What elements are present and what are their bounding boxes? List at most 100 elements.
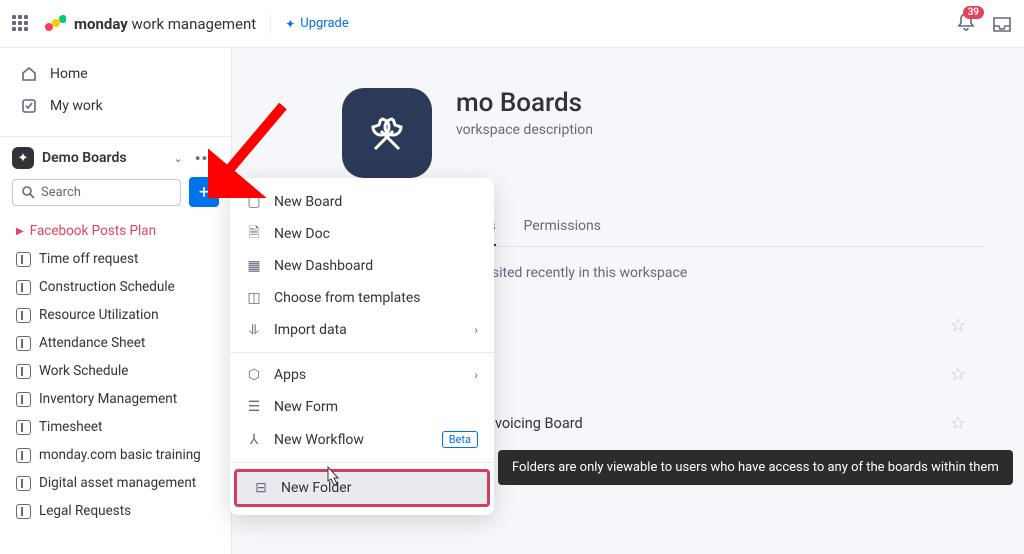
search-input[interactable]: Search [12, 179, 181, 206]
sidebar-item[interactable]: Time off request [8, 245, 223, 273]
recent-row[interactable]: ☆ [456, 301, 984, 350]
recent-row[interactable]: ☆ [456, 350, 984, 399]
dd-label: New Doc [274, 226, 330, 242]
nav-mywork[interactable]: My work [10, 90, 221, 122]
sparkle-icon: ✦ [285, 17, 295, 31]
board-icon [16, 504, 31, 519]
mywork-icon [20, 97, 38, 115]
dd-label: Choose from templates [274, 290, 421, 306]
dd-import-data[interactable]: ⥥ Import data › [230, 314, 494, 346]
template-icon: ◫ [246, 290, 262, 306]
upgrade-link[interactable]: ✦ Upgrade [285, 16, 349, 31]
list-item-label: Construction Schedule [39, 279, 175, 295]
sidebar-item[interactable]: Legal Requests [8, 497, 223, 525]
chevron-right-icon: › [474, 323, 478, 337]
notifications-button[interactable]: 39 [956, 12, 976, 36]
sidebar-item[interactable]: Timesheet [8, 413, 223, 441]
dd-apps[interactable]: ⬡ Apps › [230, 359, 494, 391]
dd-choose-templates[interactable]: ◫ Choose from templates [230, 282, 494, 314]
list-item-label: Attendance Sheet [39, 335, 145, 351]
workspace-name: Demo Boards [42, 150, 166, 166]
board-icon [16, 336, 31, 351]
dd-new-workflow[interactable]: ⅄ New Workflow Beta [230, 423, 494, 456]
beta-badge: Beta [442, 431, 478, 448]
nav-home[interactable]: Home [10, 58, 221, 90]
dd-label: New Form [274, 399, 338, 415]
sidebar-item[interactable]: Construction Schedule [8, 273, 223, 301]
board-icon [16, 476, 31, 491]
import-icon: ⥥ [246, 322, 262, 338]
separator [230, 352, 494, 353]
recent-board-label: Invoicing Board [483, 415, 583, 432]
search-placeholder: Search [41, 185, 81, 200]
list-item-label: Digital asset management [39, 475, 196, 491]
form-icon: ☰ [246, 399, 262, 415]
home-icon [20, 65, 38, 83]
monday-logo-icon [44, 13, 66, 35]
annotation-arrow [208, 98, 298, 198]
dd-new-doc[interactable]: 🗎 New Doc [230, 218, 494, 250]
recent-caption: you visited recently in this workspace [456, 265, 984, 281]
caret-icon: ▶ [16, 226, 24, 237]
list-item-label: Resource Utilization [39, 307, 159, 323]
sidebar-item-facebook-posts[interactable]: ▶ Facebook Posts Plan [8, 217, 223, 245]
list-item-label: Facebook Posts Plan [30, 223, 156, 239]
tooltip: Folders are only viewable to users who h… [498, 450, 1013, 485]
dd-label: New Workflow [274, 432, 364, 448]
list-item-label: Timesheet [39, 419, 102, 435]
notification-badge: 39 [963, 6, 984, 19]
chevron-down-icon[interactable]: ⌄ [174, 152, 183, 165]
cursor-pointer-icon [322, 465, 344, 491]
list-item-label: monday.com basic training [39, 447, 201, 463]
brand-bold: monday [74, 15, 128, 33]
sidebar-item[interactable]: monday.com basic training [8, 441, 223, 469]
divider [270, 14, 271, 34]
recent-row[interactable]: Invoicing Board ☆ [456, 399, 984, 448]
list-item-label: Time off request [39, 251, 138, 267]
board-list: ▶ Facebook Posts Plan Time off request Co… [0, 215, 231, 527]
topbar: monday work management ✦ Upgrade 39 [0, 0, 1024, 48]
chevron-right-icon: › [474, 368, 478, 382]
dashboard-icon: ▦ [246, 258, 262, 274]
workspace-icon: ✦ [12, 147, 34, 169]
dd-new-dashboard[interactable]: ▦ New Dashboard [230, 250, 494, 282]
list-item-label: Inventory Management [39, 391, 177, 407]
list-item-label: Legal Requests [39, 503, 131, 519]
sidebar-item[interactable]: Digital asset management [8, 469, 223, 497]
sidebar: Home My work ✦ Demo Boards ⌄ ••• Search … [0, 48, 232, 554]
star-icon[interactable]: ☆ [950, 315, 966, 336]
workflow-icon: ⅄ [246, 432, 262, 448]
product-logo[interactable]: monday work management [44, 13, 256, 35]
tab-permissions[interactable]: Permissions [524, 218, 601, 246]
apps-grid-icon[interactable] [12, 15, 30, 33]
board-icon [16, 448, 31, 463]
dd-label: Apps [274, 367, 306, 383]
list-item-label: Work Schedule [39, 363, 128, 379]
nav-home-label: Home [50, 66, 88, 82]
star-icon[interactable]: ☆ [950, 413, 966, 434]
page-title: mo Boards [456, 88, 593, 118]
sidebar-item[interactable]: Inventory Management [8, 385, 223, 413]
board-icon [16, 280, 31, 295]
dd-new-folder[interactable]: ⊟New Folder [234, 469, 490, 507]
upgrade-label: Upgrade [300, 16, 348, 31]
search-icon [21, 185, 35, 199]
sidebar-item[interactable]: Resource Utilization [8, 301, 223, 329]
star-icon[interactable]: ☆ [950, 364, 966, 385]
board-icon [16, 420, 31, 435]
workspace-header[interactable]: ✦ Demo Boards ⌄ ••• [0, 136, 231, 177]
board-icon [16, 308, 31, 323]
tabs: mbers Permissions [456, 218, 984, 247]
apps-icon: ⬡ [246, 367, 262, 383]
sidebar-item[interactable]: Attendance Sheet [8, 329, 223, 357]
dd-new-form[interactable]: ☰ New Form [230, 391, 494, 423]
workspace-avatar [342, 88, 432, 178]
dd-label: Import data [274, 322, 347, 338]
doc-icon: 🗎 [246, 226, 262, 242]
separator [230, 462, 494, 463]
workspace-description[interactable]: vorkspace description [456, 122, 593, 138]
sidebar-item[interactable]: Work Schedule [8, 357, 223, 385]
inbox-icon[interactable] [992, 14, 1012, 34]
dd-label: New Dashboard [274, 258, 373, 274]
board-icon [16, 252, 31, 267]
